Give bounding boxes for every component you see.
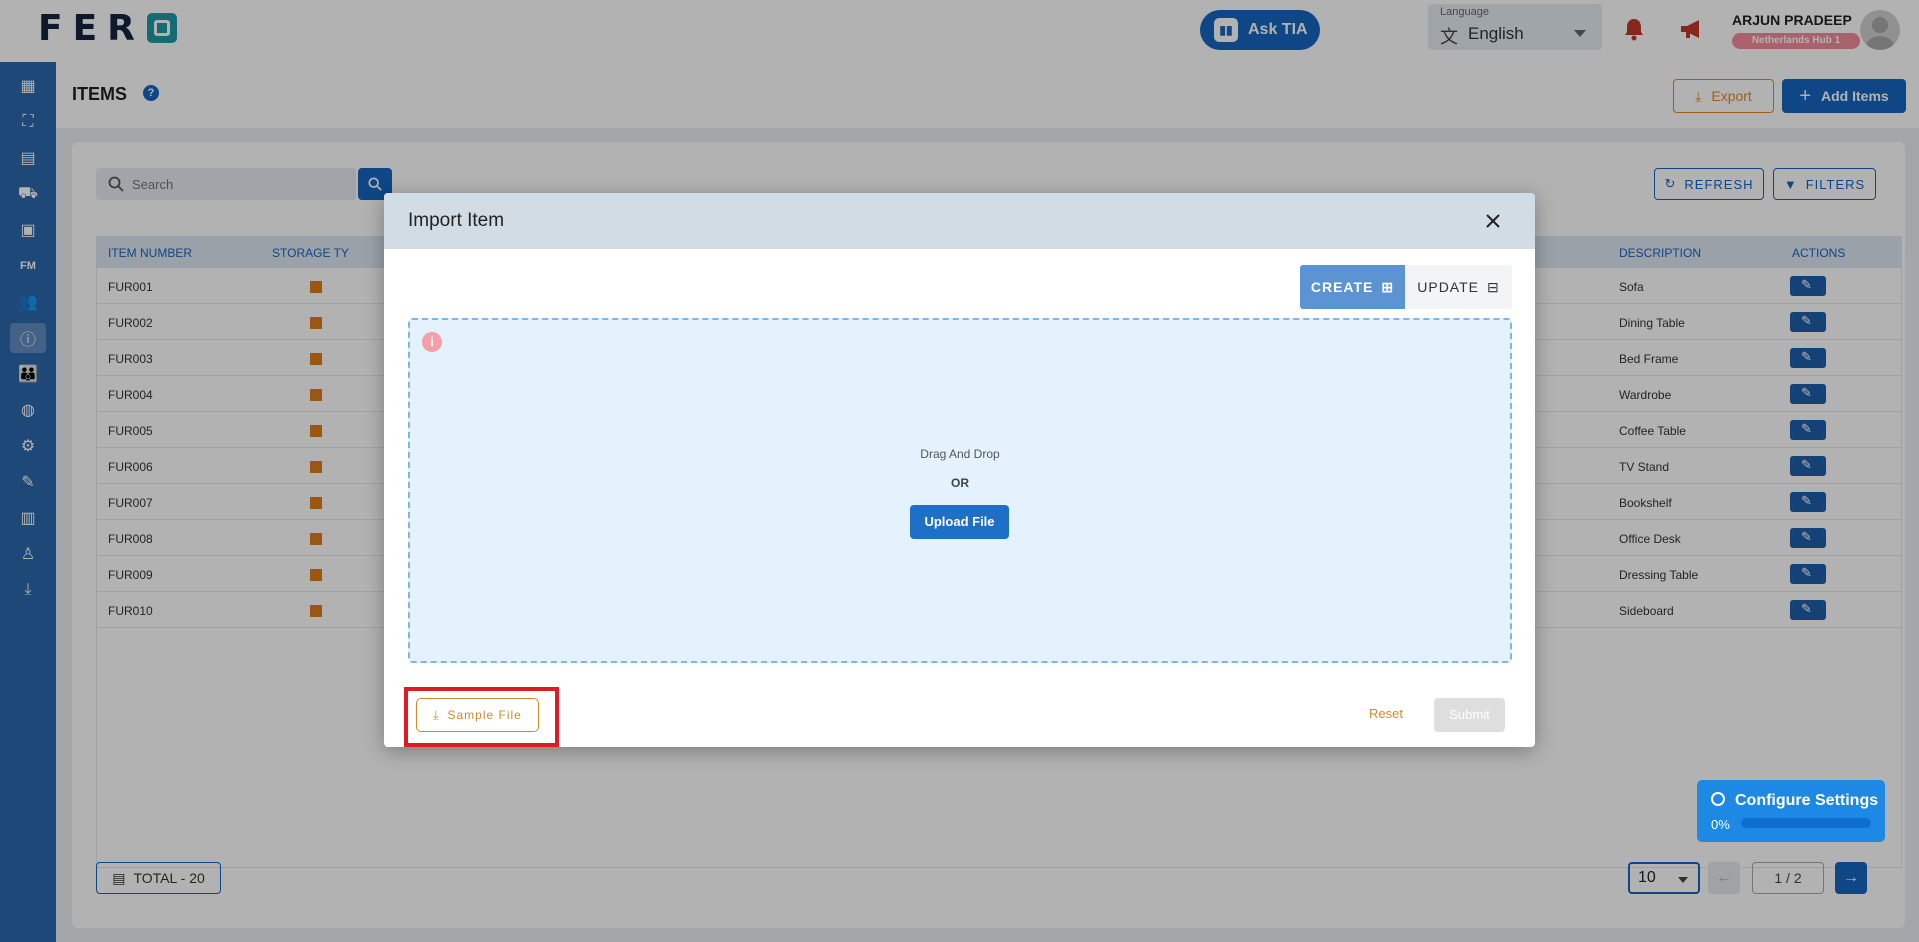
close-icon[interactable] <box>1481 209 1505 233</box>
or-text: OR <box>951 476 969 490</box>
submit-button[interactable]: Submit <box>1434 698 1505 732</box>
drag-drop-text: Drag And Drop <box>920 447 1000 461</box>
sample-file-label: Sample File <box>447 708 522 722</box>
file-dropzone[interactable]: i Drag And Drop OR Upload File <box>408 318 1512 663</box>
table-add-icon: ⊞ <box>1381 278 1395 295</box>
update-label: UPDATE <box>1417 279 1479 295</box>
progress-circle-icon <box>1711 792 1725 806</box>
configure-settings-widget[interactable]: Configure Settings 0% <box>1697 780 1885 842</box>
configure-progress-text: 0% <box>1711 817 1730 832</box>
configure-progress-bar <box>1741 818 1871 828</box>
update-mode-button[interactable]: UPDATE ⊟ <box>1405 265 1512 309</box>
create-label: CREATE <box>1310 279 1374 295</box>
table-edit-icon: ⊟ <box>1487 278 1500 295</box>
configure-title: Configure Settings <box>1735 792 1879 809</box>
dialog-header: Import Item <box>384 193 1535 249</box>
import-mode-toggle: CREATE ⊞ UPDATE ⊟ <box>1300 265 1512 309</box>
reset-button[interactable]: Reset <box>1369 706 1403 721</box>
info-icon[interactable]: i <box>422 332 442 352</box>
import-item-dialog: Import Item CREATE ⊞ UPDATE ⊟ i Drag And… <box>384 193 1535 747</box>
create-mode-button[interactable]: CREATE ⊞ <box>1300 265 1405 309</box>
download-icon: ⤓ <box>433 707 440 722</box>
upload-file-button[interactable]: Upload File <box>910 505 1009 539</box>
dialog-title: Import Item <box>408 210 505 231</box>
sample-file-button[interactable]: ⤓ Sample File <box>416 698 539 732</box>
